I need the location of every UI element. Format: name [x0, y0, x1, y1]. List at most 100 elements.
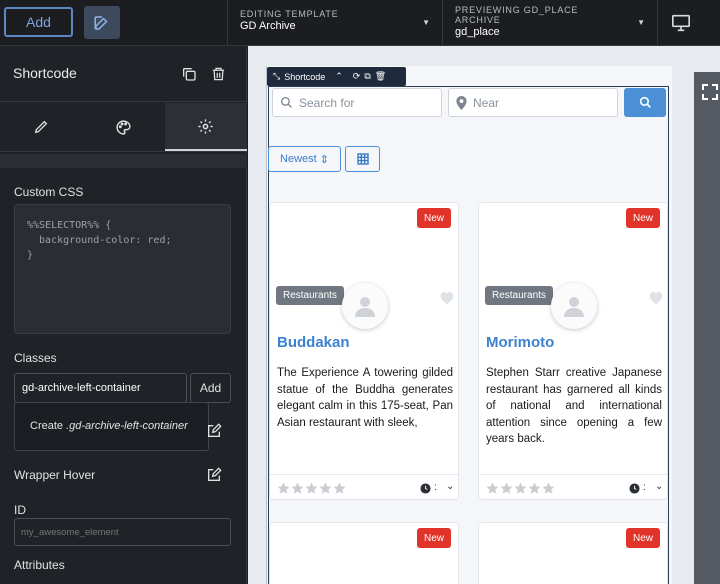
settings-panel: Shortcode Custom CSS %%SELECTOR%% { back… [0, 46, 247, 584]
search-input[interactable]: Search for [272, 88, 442, 117]
wrapper-hover-label: Wrapper Hover [14, 468, 96, 482]
star-icon[interactable] [333, 482, 346, 495]
clock-icon[interactable] [420, 483, 431, 494]
search-placeholder: Search for [299, 95, 355, 110]
previewing-dropdown[interactable]: PREVIEWING GD_PLACE ARCHIVE gd_place ▼ [443, 0, 657, 46]
suggestion-prefix: Create [30, 420, 67, 432]
shortcode-element-toolbar[interactable]: ⤡ Shortcode ⌃ ⟳ ⧉ 🗑 [267, 67, 406, 86]
trash-icon[interactable]: 🗑 [375, 71, 386, 82]
sort-icon: ⇕ [319, 153, 329, 166]
chevron-up-icon[interactable]: ⌃ [335, 71, 343, 82]
hours-text: : [434, 482, 437, 493]
near-input[interactable]: Near [448, 88, 618, 117]
hours-chevron-icon[interactable]: ⌄ [446, 481, 454, 492]
hours-chevron-icon[interactable]: ⌄ [655, 481, 663, 492]
expand-icon[interactable] [700, 82, 720, 102]
star-icon[interactable] [277, 482, 290, 495]
copy-icon [183, 68, 196, 81]
desktop-preview-button[interactable] [668, 10, 694, 36]
avatar [551, 283, 597, 329]
classes-input[interactable]: gd-archive-left-container [14, 373, 187, 403]
listing-card[interactable]: New [478, 522, 668, 584]
category-badge[interactable]: Restaurants [276, 286, 344, 305]
sort-dropdown[interactable]: Newest ⇕ [268, 146, 341, 172]
listing-card[interactable]: New [269, 522, 459, 584]
wrapper-hover-edit-button[interactable] [205, 466, 223, 484]
previewing-label-line2: ARCHIVE [455, 15, 501, 25]
suggestion-class-name: .gd-archive-left-container [66, 420, 188, 432]
pencil-icon [34, 120, 48, 134]
clock-icon[interactable] [629, 483, 640, 494]
listing-title-link[interactable]: Morimoto [486, 334, 554, 351]
tab-content[interactable] [0, 103, 82, 151]
listing-card[interactable]: New Restaurants Buddakan The Experience … [269, 202, 459, 500]
new-badge: New [416, 528, 451, 548]
copy-icon[interactable]: ⧉ [364, 71, 370, 82]
category-badge[interactable]: Restaurants [485, 286, 553, 305]
id-label: ID [14, 503, 26, 517]
new-badge: New [625, 528, 660, 548]
user-icon [355, 297, 375, 317]
panel-header: Shortcode [0, 46, 247, 102]
grid-view-button[interactable] [345, 146, 380, 172]
new-badge: New [625, 208, 660, 228]
listing-description: The Experience A towering gilded statue … [277, 367, 453, 429]
panel-title: Shortcode [13, 65, 77, 81]
previewing-value: gd_place [455, 26, 500, 38]
divider [657, 0, 658, 46]
tab-settings[interactable] [164, 103, 247, 151]
id-input[interactable] [14, 518, 231, 546]
star-icon[interactable] [305, 482, 318, 495]
favorite-heart-icon[interactable] [439, 291, 455, 305]
editing-template-value: GD Archive [240, 20, 296, 32]
palette-icon [116, 119, 131, 135]
star-icon[interactable] [514, 482, 527, 495]
rating-stars[interactable] [277, 482, 346, 495]
card-footer: : ⌄ [479, 474, 667, 499]
shortcode-element-label: Shortcode [284, 71, 326, 82]
chevron-down-icon: ▼ [422, 18, 430, 27]
duplicate-button[interactable] [180, 65, 198, 83]
rating-stars[interactable] [486, 482, 555, 495]
listing-card[interactable]: New Restaurants Morimoto Stephen Starr c… [478, 202, 668, 500]
editing-template-dropdown[interactable]: EDITING TEMPLATE GD Archive ▼ [228, 0, 442, 46]
star-icon[interactable] [542, 482, 555, 495]
star-icon[interactable] [500, 482, 513, 495]
panel-tabs [0, 103, 247, 152]
hours-text: : [643, 482, 646, 493]
classes-label: Classes [14, 351, 57, 365]
edit-icon [94, 15, 108, 30]
create-class-suggestion[interactable]: Create .gd-archive-left-container [14, 402, 209, 451]
move-icon[interactable]: ⤡ [273, 71, 280, 82]
listing-title-link[interactable]: Buddakan [277, 334, 350, 351]
star-icon[interactable] [319, 482, 332, 495]
avatar [342, 283, 388, 329]
tab-style[interactable] [82, 103, 164, 151]
favorite-heart-icon[interactable] [648, 291, 664, 305]
search-submit-button[interactable] [624, 88, 666, 117]
star-icon[interactable] [528, 482, 541, 495]
canvas-right-gutter [694, 72, 720, 584]
edit-mode-button[interactable] [84, 6, 120, 39]
star-icon[interactable] [291, 482, 304, 495]
edit-icon [208, 423, 222, 437]
map-pin-icon [456, 95, 467, 110]
user-icon [564, 297, 584, 317]
search-icon [280, 96, 292, 108]
card-footer: : ⌄ [270, 474, 458, 499]
new-badge: New [416, 208, 451, 228]
delete-button[interactable] [209, 65, 227, 83]
custom-css-editor[interactable]: %%SELECTOR%% { background-color: red; } [14, 204, 231, 334]
grid-icon [356, 153, 369, 165]
refresh-icon[interactable]: ⟳ [353, 71, 361, 82]
trash-icon [212, 67, 224, 81]
star-icon[interactable] [486, 482, 499, 495]
previewing-label-line1: PREVIEWING GD_PLACE [455, 5, 579, 15]
top-bar: Add EDITING TEMPLATE GD Archive ▼ PREVIE… [0, 0, 720, 46]
monitor-icon [672, 14, 690, 32]
classes-add-button[interactable]: Add [190, 373, 231, 403]
wrapper-edit-button[interactable] [205, 422, 223, 440]
listing-description: Stephen Starr creative Japanese restaura… [486, 367, 662, 445]
add-button[interactable]: Add [4, 7, 73, 37]
near-placeholder: Near [473, 95, 500, 110]
